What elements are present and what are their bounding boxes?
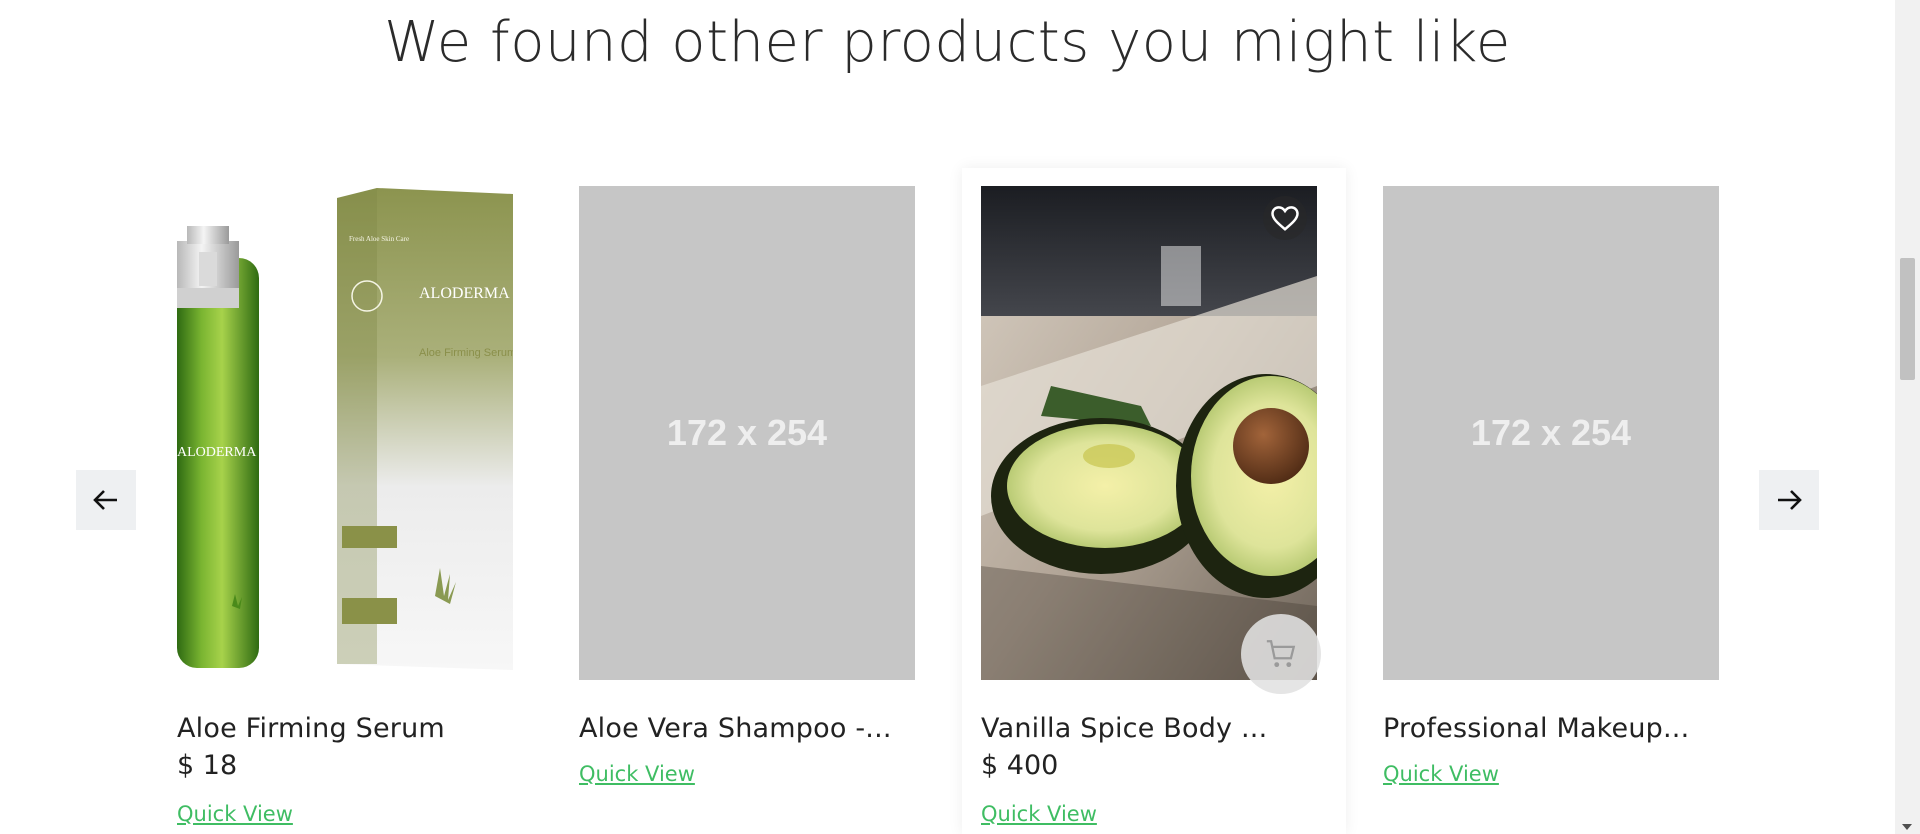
product-price: $ 18	[177, 750, 238, 781]
product-card[interactable]: Fresh Aloe Skin Care ALODERMA Aloe Firmi…	[158, 168, 542, 834]
product-name[interactable]: Aloe Vera Shampoo -...	[579, 713, 892, 744]
product-card[interactable]: 172 x 254 Aloe Vera Shampoo -... Quick V…	[560, 168, 944, 834]
product-card[interactable]: 172 x 254 Professional Makeup... Quick V…	[1364, 168, 1748, 834]
carousel-next-button[interactable]	[1759, 470, 1819, 530]
product-card[interactable]: Vanilla Spice Body ... $ 400 Quick View	[962, 168, 1346, 834]
wishlist-button[interactable]	[1263, 196, 1307, 240]
arrow-right-icon	[1778, 490, 1802, 510]
carousel-prev-button[interactable]	[76, 470, 136, 530]
product-image-placeholder[interactable]: 172 x 254	[579, 186, 915, 680]
box-brand-label: ALODERMA	[419, 285, 510, 302]
quick-view-link[interactable]: Quick View	[981, 802, 1097, 826]
quick-view-link[interactable]: Quick View	[1383, 762, 1499, 786]
add-to-cart-button[interactable]	[1241, 614, 1321, 694]
product-image-vanilla-spice[interactable]	[981, 186, 1317, 680]
quick-view-link[interactable]: Quick View	[177, 802, 293, 826]
product-name[interactable]: Professional Makeup...	[1383, 713, 1689, 744]
page-scrollbar[interactable]	[1895, 0, 1920, 834]
svg-text:Fresh Aloe Skin Care: Fresh Aloe Skin Care	[349, 235, 409, 243]
section-heading: We found other products you might like	[384, 10, 1511, 75]
product-name[interactable]: Vanilla Spice Body ...	[981, 713, 1267, 744]
scrollbar-thumb[interactable]	[1900, 258, 1915, 380]
arrow-left-icon	[93, 490, 117, 510]
scroll-down-arrow-icon[interactable]	[1902, 824, 1912, 830]
bottle-brand-label: ALODERMA	[177, 445, 257, 460]
product-price: $ 400	[981, 750, 1059, 781]
heart-icon	[1271, 206, 1299, 231]
box-product-label: Aloe Firming Serum	[419, 347, 513, 359]
product-name[interactable]: Aloe Firming Serum	[177, 713, 445, 744]
quick-view-link[interactable]: Quick View	[579, 762, 695, 786]
product-image-aloe-serum[interactable]: Fresh Aloe Skin Care ALODERMA Aloe Firmi…	[177, 186, 513, 680]
product-image-placeholder[interactable]: 172 x 254	[1383, 186, 1719, 680]
cart-icon	[1266, 640, 1296, 668]
